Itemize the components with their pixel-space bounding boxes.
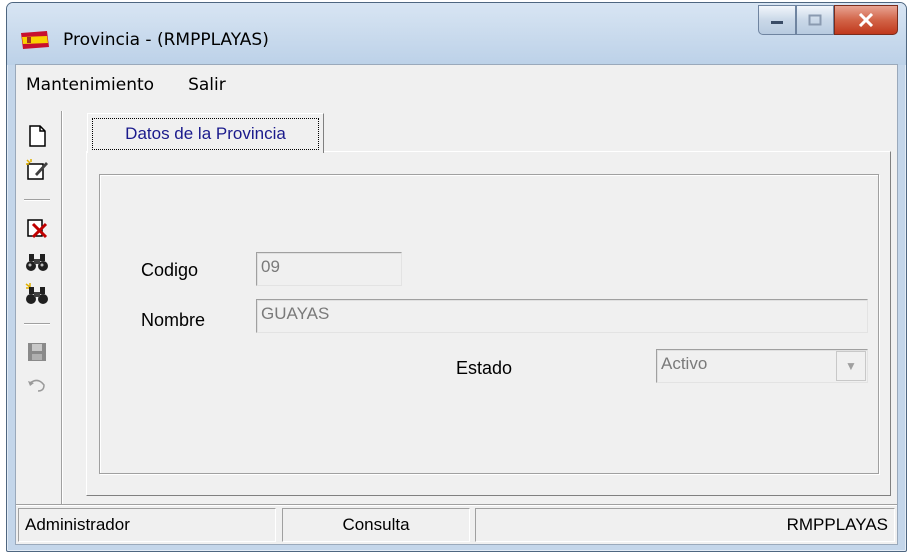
tab-label: Datos de la Provincia: [92, 118, 319, 150]
form-group: Codigo 09 Nombre GUAYAS Estado Activo ▼: [99, 174, 879, 474]
maximize-button[interactable]: [796, 5, 834, 35]
dropdown-button[interactable]: ▼: [836, 351, 866, 381]
edit-icon[interactable]: [24, 157, 50, 183]
spain-flag-icon: [21, 31, 49, 49]
chevron-down-icon: ▼: [845, 359, 857, 373]
client-area: Mantenimiento Salir Datos de la Provinci…: [15, 64, 898, 545]
status-mode: Consulta: [282, 508, 470, 542]
estado-select-value: Activo: [661, 354, 708, 373]
search-icon[interactable]: [24, 249, 50, 275]
tab-panel: Codigo 09 Nombre GUAYAS Estado Activo ▼: [86, 151, 891, 496]
estado-label: Estado: [456, 358, 513, 378]
estado-select[interactable]: Activo ▼: [656, 349, 868, 383]
search-advanced-icon[interactable]: [24, 281, 50, 307]
tab-datos-provincia[interactable]: Datos de la Provincia: [87, 113, 324, 153]
toolbar-divider: [61, 111, 63, 504]
application-window: Provincia - (RMPPLAYAS) Mantenimiento Sa…: [6, 2, 907, 552]
minimize-button[interactable]: [758, 5, 796, 35]
undo-icon[interactable]: [24, 373, 50, 399]
close-icon: [858, 13, 874, 27]
status-bar: Administrador Consulta RMPPLAYAS: [16, 504, 897, 544]
close-button[interactable]: [834, 5, 898, 35]
nombre-field[interactable]: GUAYAS: [256, 299, 868, 333]
menu-bar: Mantenimiento Salir: [16, 65, 897, 105]
status-database: RMPPLAYAS: [475, 508, 895, 542]
minimize-icon: [771, 21, 783, 24]
status-user: Administrador: [18, 508, 276, 542]
new-document-icon[interactable]: [24, 123, 50, 149]
window-title: Provincia - (RMPPLAYAS): [63, 30, 269, 50]
maximize-icon: [808, 14, 822, 26]
codigo-label: Codigo: [141, 260, 199, 280]
menu-mantenimiento[interactable]: Mantenimiento: [26, 75, 154, 95]
delete-icon[interactable]: [24, 215, 50, 241]
nombre-label: Nombre: [141, 310, 206, 330]
save-icon[interactable]: [24, 339, 50, 365]
title-bar[interactable]: Provincia - (RMPPLAYAS): [7, 3, 906, 65]
menu-salir[interactable]: Salir: [188, 75, 226, 95]
codigo-field[interactable]: 09: [256, 252, 402, 286]
